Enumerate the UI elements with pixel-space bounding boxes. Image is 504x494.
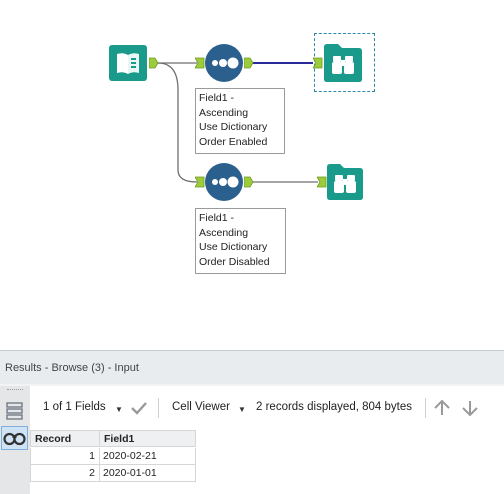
browse-icon [324,44,362,82]
record-number-cell[interactable]: 1 [30,448,100,465]
binoculars-icon [3,432,26,446]
annotation-line: Ascending [199,106,249,119]
chevron-down-icon: ▼ [115,405,123,414]
browse-tool-2[interactable] [327,164,363,200]
fields-selector-label: 1 of 1 Fields [43,401,106,413]
input-output-anchor[interactable] [149,57,159,69]
column-header-field1[interactable]: Field1 [100,430,196,447]
results-pane: Results - Browse (3) - Input 1 of 1 Fiel… [0,350,504,494]
results-grid: Record Field1 1 2020-02-21 2 2020-01-01 [30,430,504,494]
fields-selector[interactable]: 1 of 1 Fields ▼ [43,394,125,422]
annotation-line: Use Dictionary [199,121,268,133]
sort2-input-anchor[interactable] [195,176,205,188]
column-header-record[interactable]: Record [30,430,100,447]
data-view-button[interactable] [1,426,28,450]
grip-handle[interactable] [7,389,23,392]
sort2-output-anchor[interactable] [244,176,254,188]
browse-tool-1[interactable] [324,44,362,82]
input-data-icon [109,45,147,81]
scroll-down-button[interactable] [460,398,480,418]
toolbar-separator [425,398,426,418]
record-number-cell[interactable]: 2 [30,465,100,482]
arrow-up-icon [434,399,450,415]
apply-button[interactable] [130,400,148,416]
workflow-canvas[interactable]: Field1 - Ascending Use Dictionary Order … [0,0,504,350]
sort-tool-2[interactable] [205,163,243,201]
arrow-down-icon [462,401,478,417]
sort2-annotation: Field1 - Ascending Use Dictionary Order … [195,208,286,274]
results-title: Results - Browse (3) - Input [5,362,139,374]
connection-input-to-sort2 [157,62,198,183]
browse-icon [327,164,363,200]
results-toolbar: 1 of 1 Fields ▼ Cell Viewer ▼ 2 records … [30,386,504,430]
field-list-icon [6,402,23,420]
toolbar-separator [158,398,159,418]
field1-cell[interactable]: 2020-02-21 [100,448,196,465]
checkmark-icon [131,402,147,415]
records-status: 2 records displayed, 804 bytes [256,401,412,413]
field1-cell[interactable]: 2020-01-01 [100,465,196,482]
browse2-input-anchor[interactable] [317,176,327,188]
annotation-line: Order Disabled [199,255,270,268]
results-side-strip [0,386,30,494]
viewer-selector-label: Cell Viewer [172,401,230,413]
browse1-input-anchor[interactable] [313,57,323,69]
sort1-output-anchor[interactable] [244,57,254,69]
field-list-button[interactable] [5,400,25,422]
annotation-line: Order Enabled [199,135,268,148]
annotation-line: Ascending [199,226,249,239]
connections-layer [157,62,318,183]
results-title-bar: Results - Browse (3) - Input [0,350,504,384]
sort1-annotation: Field1 - Ascending Use Dictionary Order … [195,88,285,154]
chevron-down-icon: ▼ [238,405,246,414]
annotation-line: Field1 - [199,92,235,104]
sort-icon [205,163,243,201]
sort-icon [205,44,243,82]
annotation-line: Use Dictionary [199,241,268,253]
sort-tool-1[interactable] [205,44,243,82]
annotation-line: Field1 - [199,212,235,224]
input-data-tool[interactable] [109,45,147,81]
scroll-up-button[interactable] [432,398,452,418]
viewer-selector[interactable]: Cell Viewer ▼ [172,394,248,422]
sort1-input-anchor[interactable] [195,57,205,69]
